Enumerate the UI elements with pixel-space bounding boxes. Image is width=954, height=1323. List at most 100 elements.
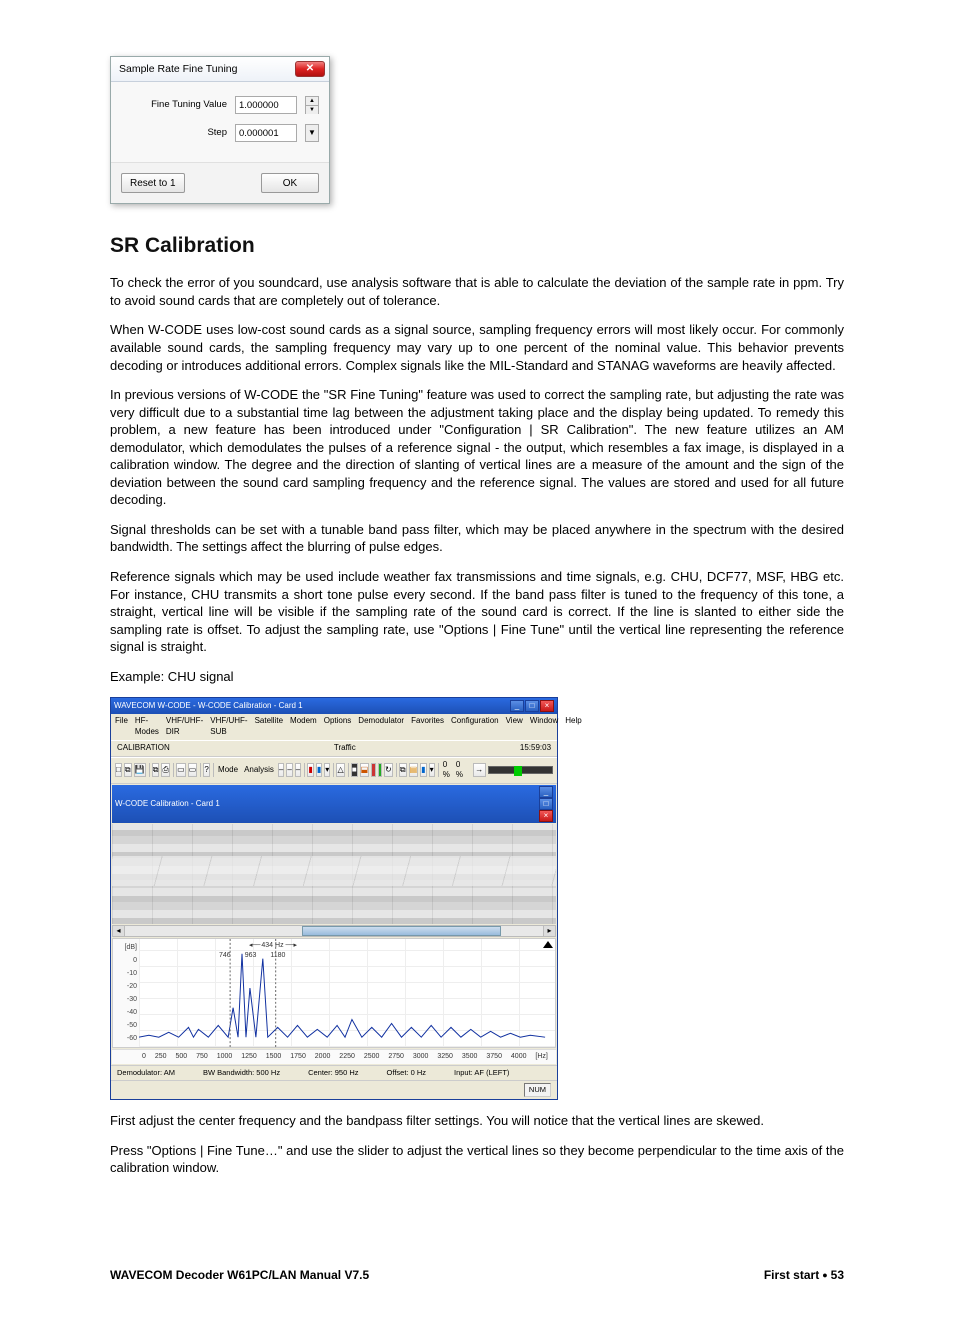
- axis-tick: -20: [127, 982, 137, 991]
- tool-icon[interactable]: –: [278, 763, 284, 777]
- page-footer: WAVECOM Decoder W61PC/LAN Manual V7.5 Fi…: [110, 1267, 844, 1283]
- pct-label: 0 %: [441, 760, 452, 782]
- paragraph: Reference signals which may be used incl…: [110, 568, 844, 656]
- tool-icon[interactable]: ▤: [409, 763, 419, 777]
- menu-item[interactable]: File: [115, 716, 128, 738]
- fine-tuning-spinner[interactable]: ▲ ▼: [305, 96, 319, 114]
- menu-item[interactable]: Demodulator: [358, 716, 404, 738]
- status-bar: Demodulator: AM BW Bandwidth: 500 Hz Cen…: [111, 1065, 557, 1080]
- y-axis: [dB] 0 -10 -20 -30 -40 -50 -60: [113, 939, 139, 1047]
- axis-tick: 500: [175, 1052, 187, 1061]
- inner-titlebar: W-CODE Calibration - Card 1 _ □ ×: [112, 785, 556, 823]
- tool-icon[interactable]: ⬓: [360, 763, 370, 777]
- axis-tick: 1500: [266, 1052, 282, 1061]
- paragraph: First adjust the center frequency and th…: [110, 1112, 844, 1130]
- tool-icon[interactable]: ⧉: [399, 763, 407, 777]
- arrow-right-icon[interactable]: →: [473, 763, 486, 777]
- status-bandwidth: BW Bandwidth: 500 Hz: [203, 1068, 280, 1078]
- tool-icon[interactable]: [371, 763, 375, 777]
- scroll-left-icon[interactable]: ◂: [113, 926, 125, 936]
- menu-item[interactable]: Configuration: [451, 716, 499, 738]
- reset-button[interactable]: Reset to 1: [121, 173, 185, 193]
- copy-icon[interactable]: ⧉: [152, 763, 160, 777]
- menu-item[interactable]: Help: [565, 716, 581, 738]
- step-label: Step: [207, 127, 227, 140]
- fine-tuning-label: Fine Tuning Value: [151, 99, 227, 112]
- axis-tick: -10: [127, 969, 137, 978]
- menu-item[interactable]: Options: [324, 716, 352, 738]
- example-label: Example: CHU signal: [110, 668, 844, 686]
- tool-icon[interactable]: ▮: [316, 763, 322, 777]
- tool-icon[interactable]: ▭: [188, 763, 198, 777]
- horizontal-scrollbar[interactable]: ◂ ▸: [112, 925, 556, 937]
- axis-tick: 2750: [388, 1052, 404, 1061]
- x-axis: 0 250 500 750 1000 1250 1500 1750 2000 2…: [112, 1049, 556, 1063]
- chevron-down-icon[interactable]: ▾: [429, 763, 435, 777]
- menu-item[interactable]: View: [506, 716, 523, 738]
- menu-item[interactable]: Window: [530, 716, 558, 738]
- clock: 15:59:03: [518, 743, 553, 754]
- tool-icon[interactable]: △: [336, 763, 344, 777]
- tool-icon[interactable]: ▮: [307, 763, 313, 777]
- traffic-label: Traffic: [332, 743, 358, 754]
- axis-tick: 4000: [511, 1052, 527, 1061]
- ok-button[interactable]: OK: [261, 173, 319, 193]
- close-icon[interactable]: ×: [540, 700, 554, 712]
- axis-tick: -30: [127, 995, 137, 1004]
- open-icon[interactable]: ⧉: [124, 763, 132, 777]
- tool-icon[interactable]: ▮: [420, 763, 426, 777]
- axis-tick: -50: [127, 1021, 137, 1030]
- help-icon[interactable]: ?: [203, 763, 209, 777]
- tool-icon[interactable]: –: [295, 763, 301, 777]
- tool-icon[interactable]: ▭: [176, 763, 186, 777]
- paragraph: When W-CODE uses low-cost sound cards as…: [110, 321, 844, 374]
- scrollbar-thumb[interactable]: [302, 926, 501, 936]
- fine-tuning-input[interactable]: [235, 96, 297, 114]
- menu-item[interactable]: Favorites: [411, 716, 444, 738]
- axis-tick: 1250: [241, 1052, 257, 1061]
- app-title: WAVECOM W-CODE - W-CODE Calibration - Ca…: [114, 701, 303, 712]
- new-icon[interactable]: □: [115, 763, 122, 777]
- close-icon[interactable]: ×: [539, 810, 553, 822]
- menu-item[interactable]: Modem: [290, 716, 317, 738]
- toolbar-icons: □ ⧉ 💾 ⧉ ⎙ ▭ ▭ ? Mode Analysis – – – ▮ ▮ …: [111, 757, 557, 785]
- step-dropdown-arrow[interactable]: ▼: [305, 124, 319, 142]
- minimize-icon[interactable]: _: [510, 700, 524, 712]
- axis-tick: [dB]: [125, 943, 137, 952]
- paragraph: In previous versions of W-CODE the "SR F…: [110, 386, 844, 509]
- menu-item[interactable]: HF-Modes: [135, 716, 159, 738]
- status-input: Input: AF (LEFT): [454, 1068, 509, 1078]
- tool-icon[interactable]: –: [286, 763, 292, 777]
- axis-tick: 750: [196, 1052, 208, 1061]
- calibration-label: CALIBRATION: [115, 743, 172, 754]
- axis-tick: 2250: [339, 1052, 355, 1061]
- axis-tick: 2000: [315, 1052, 331, 1061]
- axis-tick: 0: [133, 956, 137, 965]
- menu-item[interactable]: VHF/UHF-SUB: [210, 716, 247, 738]
- menubar: File HF-Modes VHF/UHF-DIR VHF/UHF-SUB Sa…: [111, 714, 557, 740]
- axis-tick: 3250: [437, 1052, 453, 1061]
- close-icon[interactable]: ✕: [295, 61, 325, 77]
- print-icon[interactable]: ⎙: [161, 763, 169, 777]
- chevron-down-icon[interactable]: ▾: [324, 763, 330, 777]
- chevron-up-icon[interactable]: ▲: [306, 97, 318, 106]
- tool-icon[interactable]: ■: [351, 763, 358, 777]
- maximize-icon[interactable]: □: [539, 798, 553, 810]
- save-icon[interactable]: 💾: [134, 763, 146, 777]
- minimize-icon[interactable]: _: [539, 786, 553, 798]
- menu-item[interactable]: Satellite: [255, 716, 283, 738]
- chevron-down-icon[interactable]: ▼: [306, 106, 318, 114]
- axis-tick: -40: [127, 1008, 137, 1017]
- mode-label[interactable]: Mode: [216, 765, 240, 776]
- status-center: Center: 950 Hz: [308, 1068, 358, 1078]
- app-titlebar: WAVECOM W-CODE - W-CODE Calibration - Ca…: [111, 698, 557, 714]
- maximize-icon[interactable]: □: [525, 700, 539, 712]
- step-input[interactable]: [235, 124, 297, 142]
- menu-item[interactable]: VHF/UHF-DIR: [166, 716, 203, 738]
- refresh-icon[interactable]: ↻: [384, 763, 393, 777]
- paragraph: Signal thresholds can be set with a tuna…: [110, 521, 844, 556]
- axis-tick: 3500: [462, 1052, 478, 1061]
- scroll-right-icon[interactable]: ▸: [543, 926, 555, 936]
- analysis-label[interactable]: Analysis: [242, 765, 276, 776]
- tool-icon[interactable]: [378, 763, 382, 777]
